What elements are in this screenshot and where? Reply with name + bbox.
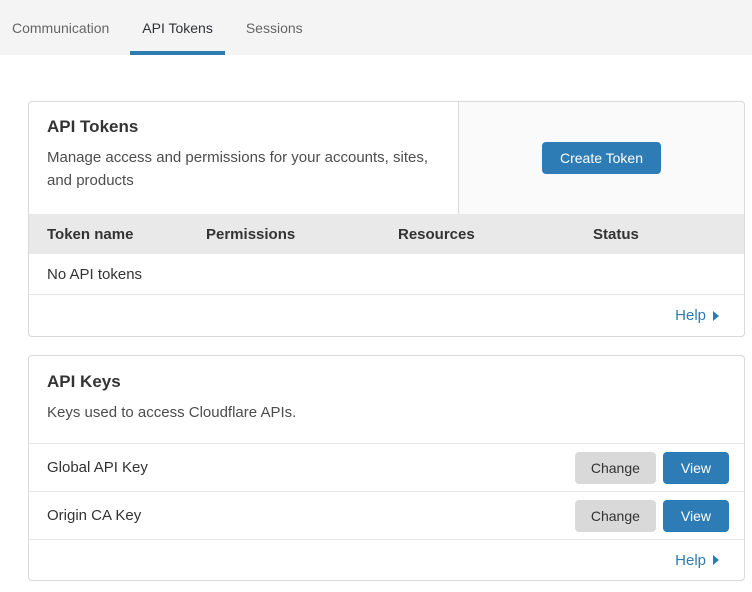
tab-api-tokens[interactable]: API Tokens [130,0,225,55]
global-api-key-row: Global API Key Change View [29,443,744,491]
global-api-key-label: Global API Key [47,459,575,476]
api-keys-card-header: API Keys Keys used to access Cloudflare … [29,356,744,443]
api-keys-help-label: Help [675,552,706,569]
tokens-empty-message: No API tokens [47,266,142,283]
origin-ca-key-label: Origin CA Key [47,507,575,524]
api-tokens-card-header-text: API Tokens Manage access and permissions… [29,102,459,214]
api-keys-card-footer: Help [29,539,744,580]
api-tokens-help-label: Help [675,307,706,324]
api-keys-help-link[interactable]: Help [675,552,719,569]
active-tab-indicator [130,51,225,55]
global-api-key-change-button[interactable]: Change [575,452,656,484]
tokens-table-empty-row: No API tokens [29,254,744,295]
column-header-resources: Resources [398,226,593,243]
api-tokens-help-link[interactable]: Help [675,307,719,324]
api-tokens-description: Manage access and permissions for your a… [47,146,434,192]
help-arrow-icon [713,555,719,565]
api-keys-description: Keys used to access Cloudflare APIs. [47,401,726,424]
api-tokens-card-header: API Tokens Manage access and permissions… [29,102,744,214]
tab-communication[interactable]: Communication [0,0,121,55]
api-keys-title: API Keys [47,372,726,392]
global-api-key-view-button[interactable]: View [663,452,729,484]
tab-sessions-label: Sessions [246,20,303,36]
api-tokens-title: API Tokens [47,117,434,137]
tab-api-tokens-label: API Tokens [142,20,213,36]
column-header-permissions: Permissions [206,226,398,243]
tab-bar: Communication API Tokens Sessions [0,0,752,55]
create-token-button[interactable]: Create Token [542,142,661,174]
api-tokens-card-footer: Help [29,295,744,336]
api-tokens-card: API Tokens Manage access and permissions… [28,101,745,337]
column-header-status: Status [593,226,744,243]
api-tokens-card-header-action: Create Token [459,102,744,214]
column-header-token-name: Token name [29,226,206,243]
tokens-table-header: Token name Permissions Resources Status [29,214,744,254]
tab-communication-label: Communication [12,20,109,36]
origin-ca-key-view-button[interactable]: View [663,500,729,532]
origin-ca-key-row: Origin CA Key Change View [29,491,744,539]
help-arrow-icon [713,311,719,321]
origin-ca-key-change-button[interactable]: Change [575,500,656,532]
page-content: API Tokens Manage access and permissions… [28,101,745,581]
api-keys-card: API Keys Keys used to access Cloudflare … [28,355,745,581]
tab-sessions[interactable]: Sessions [234,0,315,55]
